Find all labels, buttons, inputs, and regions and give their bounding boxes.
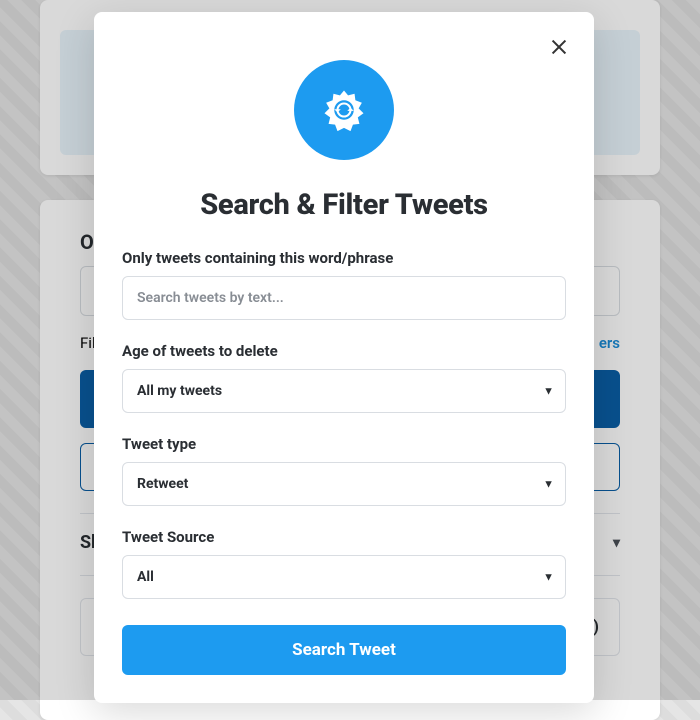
close-button[interactable] [544,32,574,65]
tweet-age-label: Age of tweets to delete [122,342,566,360]
search-tweet-button[interactable]: Search Tweet [122,625,566,675]
search-text-input[interactable] [122,276,566,320]
field-search-text: Only tweets containing this word/phrase [122,249,566,320]
tweet-source-select[interactable]: All [122,555,566,599]
field-tweet-type: Tweet type Retweet ▼ [122,435,566,506]
modal-title: Search & Filter Tweets [122,188,566,222]
search-text-label: Only tweets containing this word/phrase [122,249,566,267]
tweet-age-select[interactable]: All my tweets [122,369,566,413]
tweet-type-label: Tweet type [122,435,566,453]
search-filter-modal: Search & Filter Tweets Only tweets conta… [94,12,594,703]
modal-icon-container [122,60,566,160]
tweet-type-select[interactable]: Retweet [122,462,566,506]
gear-sync-icon [294,60,394,160]
tweet-source-label: Tweet Source [122,528,566,546]
close-icon [548,36,570,58]
field-tweet-age: Age of tweets to delete All my tweets ▼ [122,342,566,413]
field-tweet-source: Tweet Source All ▼ [122,528,566,599]
